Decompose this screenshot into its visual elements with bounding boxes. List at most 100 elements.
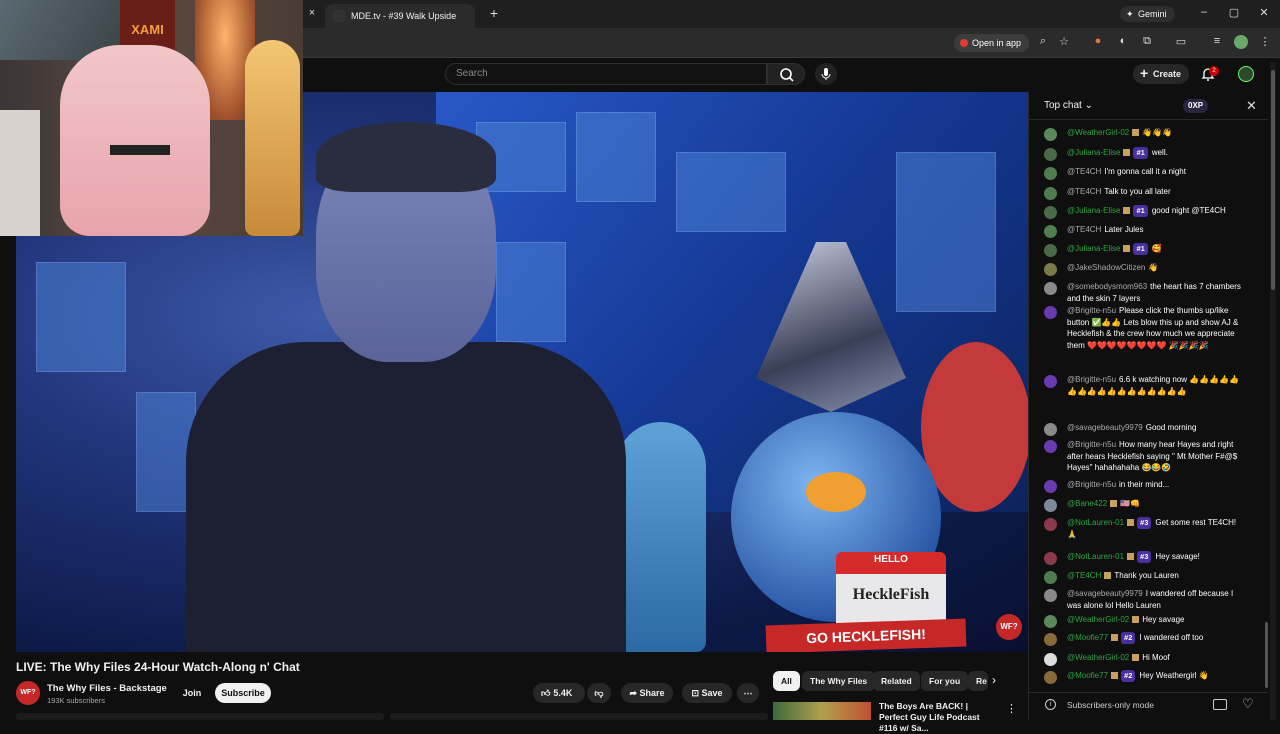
chat-author[interactable]: @Juliana-Elise [1067, 244, 1120, 253]
chat-message[interactable]: @TE4CH I'm gonna call it a night [1044, 166, 1244, 180]
zoom-icon[interactable]: ⌕ [1036, 35, 1050, 48]
channel-watermark[interactable]: WF? [996, 614, 1022, 640]
chat-author[interactable]: @NotLauren-01 [1067, 518, 1124, 527]
chat-message[interactable]: @TE4CH Thank you Lauren [1044, 570, 1244, 584]
chat-message[interactable]: @somebodysmom963 the heart has 7 chambers… [1044, 281, 1244, 304]
chat-message[interactable]: @Moofie77 #2 I wandered off too [1044, 632, 1244, 646]
chat-author[interactable]: @Moofie77 [1067, 671, 1108, 680]
chip-related[interactable]: Related [873, 671, 920, 691]
chat-author[interactable]: @WeatherGirl-02 [1067, 653, 1129, 662]
chip-more[interactable]: Re [968, 671, 988, 691]
chat-avatar[interactable] [1044, 167, 1057, 180]
info-icon[interactable]: i [1045, 699, 1056, 710]
chat-author[interactable]: @Juliana-Elise [1067, 148, 1120, 157]
chat-avatar[interactable] [1044, 633, 1057, 646]
chat-avatar[interactable] [1044, 653, 1057, 666]
heart-icon[interactable]: ♡ [1242, 696, 1254, 712]
chip-the-why-files[interactable]: The Why Files [802, 671, 876, 691]
chat-avatar[interactable] [1044, 423, 1057, 436]
chat-author[interactable]: @Moofie77 [1067, 633, 1108, 642]
chat-author[interactable]: @TE4CH [1067, 167, 1101, 176]
xp-badge[interactable]: 0XP [1183, 99, 1209, 113]
chat-avatar[interactable] [1044, 589, 1057, 602]
window-close-button[interactable]: ✕ [1257, 6, 1271, 19]
chat-message[interactable]: @Brigitte-n5u How many hear Hayes and rig… [1044, 439, 1244, 474]
page-scrollbar-thumb[interactable] [1271, 70, 1275, 290]
recommendation-title[interactable]: The Boys Are BACK! | Perfect Guy Life Po… [879, 701, 999, 734]
dislike-button[interactable]: 👎︎ [587, 683, 611, 703]
chat-avatar[interactable] [1044, 375, 1057, 388]
extension-icon[interactable]: ◐ [1116, 35, 1130, 47]
chat-author[interactable]: @TE4CH [1067, 571, 1101, 580]
chat-author[interactable]: @savagebeauty9979 [1067, 423, 1143, 432]
chat-avatar[interactable] [1044, 518, 1057, 531]
search-button[interactable] [767, 63, 805, 85]
chat-avatar[interactable] [1044, 499, 1057, 512]
chat-message[interactable]: @TE4CH Talk to you all later [1044, 186, 1244, 200]
join-button[interactable]: Join [176, 683, 208, 703]
share-button[interactable]: ➦ Share [621, 683, 673, 703]
chat-message[interactable]: @NotLauren-01 #3 Hey savage! [1044, 551, 1244, 565]
channel-avatar[interactable]: WF? [16, 681, 40, 705]
chat-avatar[interactable] [1044, 671, 1057, 684]
chat-message[interactable]: @Juliana-Elise #1 🥰 [1044, 243, 1244, 257]
chip-all[interactable]: All [773, 671, 800, 691]
close-tab-button[interactable]: × [305, 7, 319, 19]
save-button[interactable]: ⊡ Save [682, 683, 732, 703]
open-in-app-button[interactable]: Open in app [954, 34, 1030, 52]
chat-author[interactable]: @JakeShadowCitizen [1067, 263, 1145, 272]
chat-author[interactable]: @WeatherGirl-02 [1067, 615, 1129, 624]
search-input[interactable]: Search [445, 63, 767, 85]
chat-avatar[interactable] [1044, 263, 1057, 276]
chat-author[interactable]: @somebodysmom963 [1067, 282, 1147, 291]
channel-name[interactable]: The Why Files - Backstage [47, 683, 167, 694]
chat-author[interactable]: @NotLauren-01 [1067, 552, 1124, 561]
chat-message[interactable]: @Juliana-Elise #1 good night @TE4CH [1044, 205, 1244, 219]
chat-author[interactable]: @Bane422 [1067, 499, 1107, 508]
account-avatar[interactable] [1238, 66, 1254, 82]
chat-message[interactable]: @savagebeauty9979 I wandered off because … [1044, 588, 1244, 611]
chat-author[interactable]: @TE4CH [1067, 225, 1101, 234]
chat-avatar[interactable] [1044, 225, 1057, 238]
chat-avatar[interactable] [1044, 480, 1057, 493]
chat-message[interactable]: @WeatherGirl-02 Hi Moof [1044, 652, 1244, 666]
chat-message[interactable]: @Bane422 🇺🇸👊 [1044, 498, 1244, 512]
chat-message[interactable]: @savagebeauty9979 Good morning [1044, 422, 1244, 436]
create-button[interactable]: Create [1133, 63, 1190, 84]
chat-message[interactable]: @TE4CH Later Jules [1044, 224, 1244, 238]
browser-menu-icon[interactable]: ⋮ [1258, 35, 1272, 48]
chat-message[interactable]: @WeatherGirl-02 👋👋👋 [1044, 127, 1244, 141]
chat-message[interactable]: @Moofie77 #2 Hey Weathergirl 👋 [1044, 670, 1244, 684]
chat-author[interactable]: @Brigitte-n5u [1067, 306, 1116, 315]
chat-author[interactable]: @savagebeauty9979 [1067, 589, 1143, 598]
chat-author[interactable]: @Brigitte-n5u [1067, 440, 1116, 449]
gemini-button[interactable]: ✦ Gemini [1120, 6, 1175, 22]
maximize-button[interactable]: ▢ [1227, 6, 1241, 19]
chat-scrollbar[interactable] [1265, 622, 1268, 688]
chat-author[interactable]: @Brigitte-n5u [1067, 375, 1116, 384]
more-actions-button[interactable]: ⋯ [737, 683, 759, 703]
chat-avatar[interactable] [1044, 206, 1057, 219]
recommendation-menu-icon[interactable]: ⋮ [1006, 702, 1017, 715]
extension-icon[interactable]: ● [1091, 35, 1105, 47]
chat-message[interactable]: @Brigitte-n5u 6.6 k watching now 👍👍👍👍👍👍👍👍… [1044, 374, 1244, 397]
money-icon[interactable] [1213, 699, 1227, 710]
chat-avatar[interactable] [1044, 571, 1057, 584]
chat-avatar[interactable] [1044, 615, 1057, 628]
chat-avatar[interactable] [1044, 148, 1057, 161]
new-tab-button[interactable]: + [487, 5, 501, 21]
voice-search-button[interactable] [815, 63, 837, 85]
chat-avatar[interactable] [1044, 440, 1057, 453]
top-chat-dropdown[interactable]: Top chat ⌄ [1044, 100, 1093, 111]
chat-message[interactable]: @Juliana-Elise #1 well. [1044, 147, 1244, 161]
like-button[interactable]: 👍︎ 5.4K [533, 683, 585, 703]
chat-author[interactable]: @Brigitte-n5u [1067, 480, 1116, 489]
chat-avatar[interactable] [1044, 128, 1057, 141]
chips-next-chevron-icon[interactable]: › [992, 673, 996, 687]
chat-author[interactable]: @Juliana-Elise [1067, 206, 1120, 215]
chat-message[interactable]: @JakeShadowCitizen 👋 [1044, 262, 1244, 276]
media-controls-icon[interactable]: ≡ [1210, 35, 1224, 47]
chat-message[interactable]: @Brigitte-n5u Please click the thumbs up/… [1044, 305, 1244, 351]
chat-author[interactable]: @WeatherGirl-02 [1067, 128, 1129, 137]
minimize-button[interactable]: – [1197, 6, 1211, 18]
